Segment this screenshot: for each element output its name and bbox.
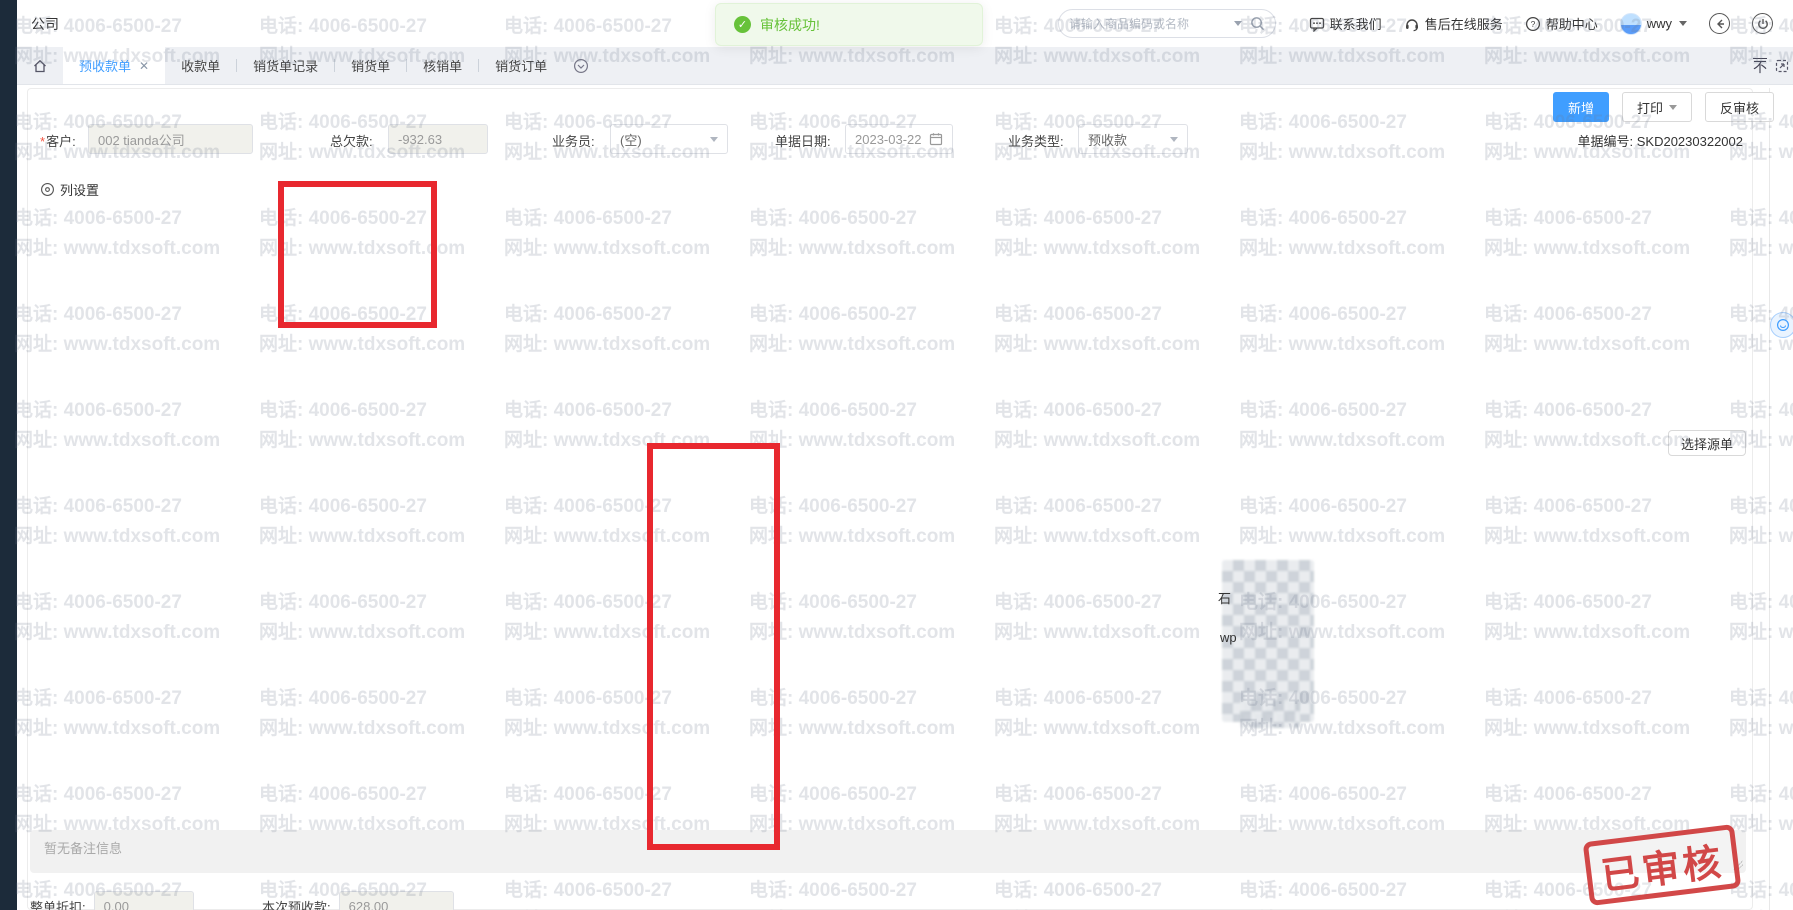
logout-button[interactable] — [1752, 13, 1773, 34]
after-sales-service-link[interactable]: 售后在线服务 — [1404, 14, 1503, 33]
required-star: * — [40, 134, 45, 149]
help-center-label: 帮助中心 — [1546, 14, 1598, 33]
address-fragment: 石 — [1218, 588, 1231, 607]
right-panel-divider — [1769, 88, 1770, 910]
biz-type-value: 预收款 — [1088, 130, 1127, 149]
tabbar: 预收款单 ✕ 收款单 销货单记录 销货单 核销单 销货订单 不 — [17, 47, 1793, 85]
tab-sales-record[interactable]: 销货单记录 — [237, 47, 334, 84]
topbar-links: 联系我们 售后在线服务 ? 帮助中心 wwy — [1309, 0, 1773, 47]
success-toast: ✓ 审核成功! — [715, 3, 983, 46]
unaudit-button[interactable]: 反审核 — [1705, 92, 1774, 122]
biz-type-caret-icon — [1170, 137, 1178, 142]
search-input[interactable] — [1069, 17, 1230, 31]
tabbar-right-tools: 不 — [1753, 47, 1789, 85]
calendar-icon[interactable] — [929, 132, 943, 146]
tab-close-icon[interactable]: ✕ — [139, 59, 149, 73]
back-arrow-icon — [1714, 18, 1726, 30]
tab-label: 销货单 — [351, 56, 390, 75]
svg-text:?: ? — [1530, 19, 1535, 29]
company-label: 公司 — [31, 14, 59, 34]
tab-active-prepayment[interactable]: 预收款单 ✕ — [63, 47, 165, 84]
doc-date-value: 2023-03-22 — [855, 132, 922, 147]
back-to-top-icon[interactable]: 不 — [1753, 58, 1767, 75]
address-fragment: wp — [1220, 630, 1237, 645]
salesman-select[interactable]: (空) — [610, 124, 728, 154]
doc-date-label: 单据日期: — [775, 131, 831, 150]
customer-field[interactable]: 002 tianda公司 — [88, 124, 253, 154]
user-menu-caret-icon — [1679, 21, 1687, 26]
floating-helper-button[interactable] — [1770, 312, 1793, 338]
biz-type-label: 业务类型: — [1008, 131, 1064, 150]
tab-sales-orders[interactable]: 销货订单 — [479, 47, 563, 84]
headset-icon — [1404, 16, 1420, 32]
total-debt-field[interactable]: -932.63 — [388, 124, 488, 154]
discount-label: 整单折扣: — [30, 897, 86, 910]
discount-field[interactable]: 0.00 — [94, 891, 194, 910]
column-settings-button[interactable]: 列设置 — [40, 180, 99, 199]
avatar — [1620, 13, 1642, 35]
column-settings-label: 列设置 — [60, 180, 99, 199]
remark-placeholder: 暂无备注信息 — [44, 838, 122, 857]
salesman-value: (空) — [620, 130, 642, 149]
salesman-caret-icon — [710, 137, 718, 142]
add-button[interactable]: 新增 — [1553, 92, 1609, 122]
remark-textarea[interactable]: 暂无备注信息 — [30, 830, 1746, 873]
tab-home[interactable] — [17, 47, 63, 84]
tab-sales-order-doc[interactable]: 销货单 — [335, 47, 406, 84]
home-icon — [32, 58, 48, 74]
tabs-more-icon — [573, 58, 589, 74]
toast-message: 审核成功! — [760, 15, 820, 35]
prepay-field[interactable]: 628.00 — [339, 891, 454, 910]
doc-number: 单据编号: SKD20230322002 — [1578, 131, 1743, 150]
print-caret-icon — [1669, 105, 1677, 110]
contact-us-label: 联系我们 — [1330, 14, 1382, 33]
user-menu[interactable]: wwy — [1620, 13, 1687, 35]
customer-label: *客户: — [40, 131, 76, 151]
tab-label: 核销单 — [423, 56, 462, 75]
censored-address-blur — [1240, 700, 1300, 728]
question-circle-icon: ? — [1525, 16, 1541, 32]
tab-label: 预收款单 — [79, 56, 131, 75]
username-label: wwy — [1647, 16, 1672, 31]
toolbar: 新增 打印 反审核 — [1553, 92, 1774, 122]
tab-receipt[interactable]: 收款单 — [165, 47, 236, 84]
contact-us-link[interactable]: 联系我们 — [1309, 14, 1382, 33]
tab-label: 收款单 — [181, 56, 220, 75]
prepay-field-group: 本次预收款: 628.00 — [262, 891, 454, 910]
prepay-label: 本次预收款: — [262, 897, 331, 910]
tab-writeoff[interactable]: 核销单 — [407, 47, 478, 84]
helper-icon — [1776, 318, 1790, 332]
search-icon[interactable] — [1250, 16, 1265, 31]
doc-date-field[interactable]: 2023-03-22 — [845, 124, 953, 154]
tabs-more-button[interactable] — [563, 47, 599, 84]
column-settings-icon — [40, 182, 55, 197]
power-icon — [1757, 18, 1769, 30]
biz-type-select[interactable]: 预收款 — [1078, 124, 1188, 154]
app-window: 公司 联系我们 售后在线服务 ? 帮助中心 wwy — [0, 0, 1793, 910]
tab-label: 销货订单 — [495, 56, 547, 75]
document-card — [27, 88, 1753, 910]
discount-field-group: 整单折扣: 0.00 — [30, 891, 194, 910]
search-category-caret-icon[interactable] — [1234, 21, 1242, 26]
product-search[interactable] — [1058, 9, 1276, 38]
total-debt-label: 总欠款: — [330, 131, 373, 150]
print-button[interactable]: 打印 — [1622, 92, 1692, 122]
chat-icon — [1309, 16, 1325, 32]
tab-label: 销货单记录 — [253, 56, 318, 75]
after-sales-label: 售后在线服务 — [1425, 14, 1503, 33]
print-label: 打印 — [1637, 98, 1663, 117]
collapsed-sidebar[interactable] — [0, 0, 17, 910]
help-center-link[interactable]: ? 帮助中心 — [1525, 14, 1598, 33]
success-check-icon: ✓ — [734, 16, 751, 33]
salesman-label: 业务员: — [552, 131, 595, 150]
fullscreen-icon[interactable] — [1775, 59, 1789, 73]
select-source-button[interactable]: 选择源单 — [1668, 430, 1746, 456]
back-button[interactable] — [1709, 13, 1730, 34]
